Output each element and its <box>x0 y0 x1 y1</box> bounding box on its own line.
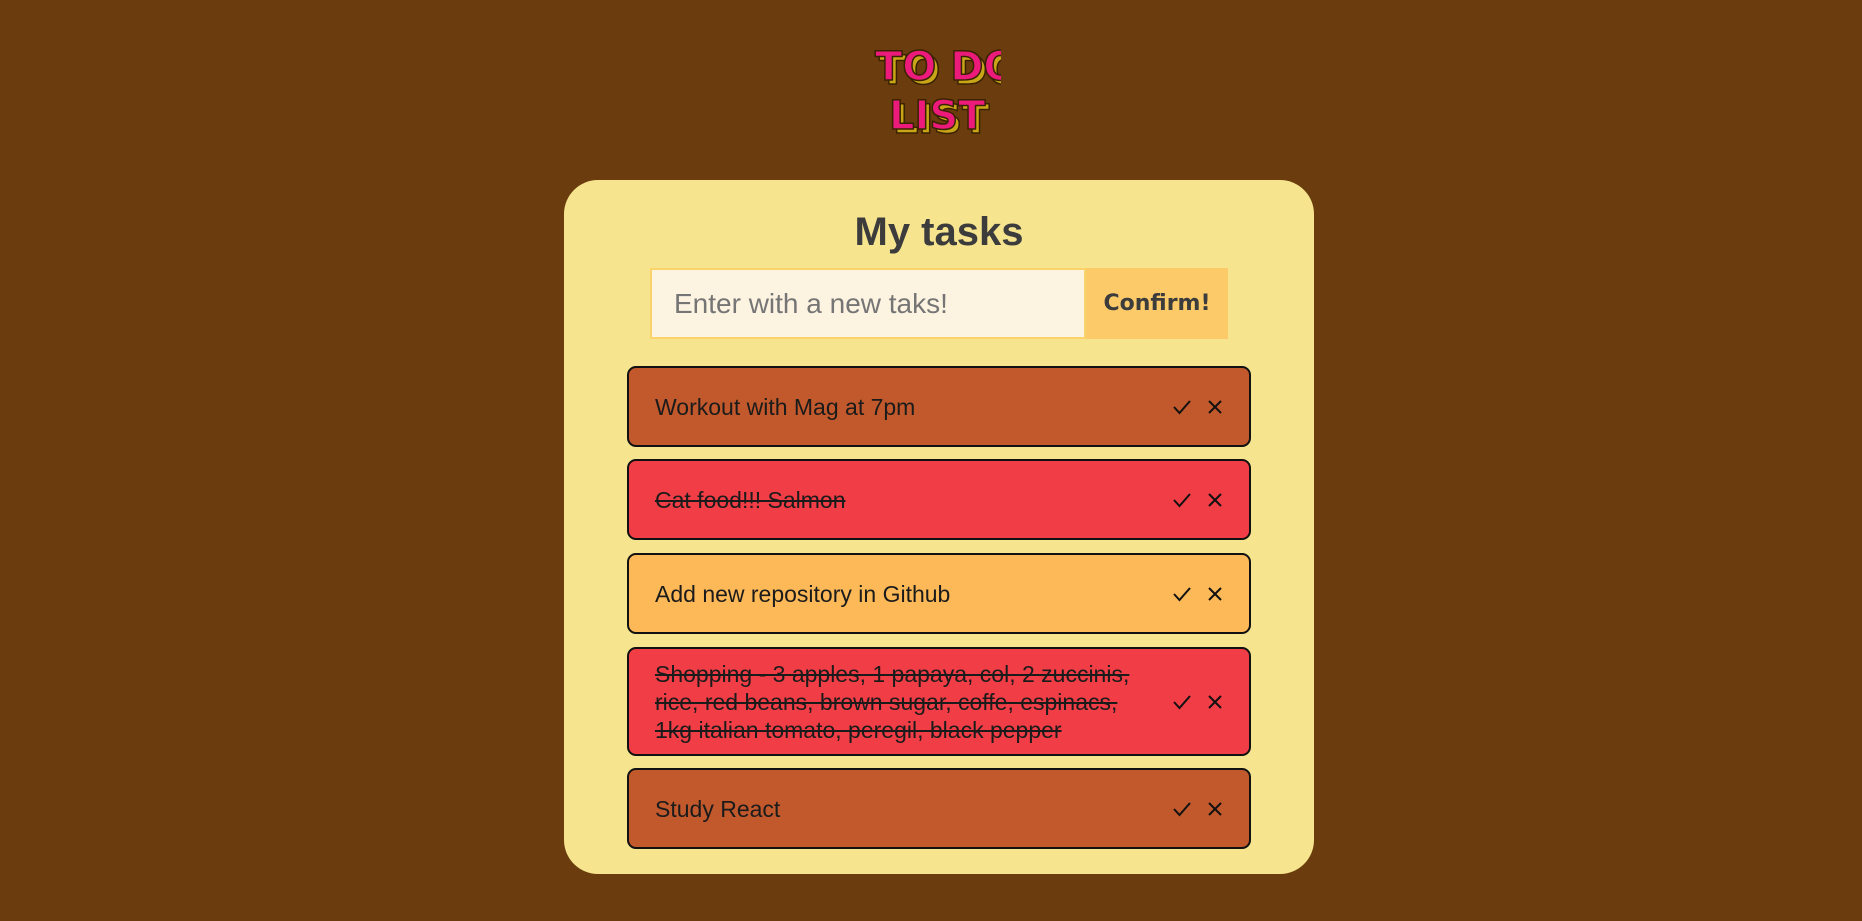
new-task-input[interactable] <box>650 268 1086 339</box>
new-task-form: Confirm! <box>650 268 1228 339</box>
check-icon[interactable] <box>1172 799 1192 819</box>
task-item: Shopping - 3 apples, 1 papaya, col, 2 zu… <box>627 647 1251 756</box>
task-text: Add new repository in Github <box>655 580 951 607</box>
task-item: Workout with Mag at 7pm <box>627 366 1251 447</box>
task-actions <box>1172 692 1225 712</box>
close-icon[interactable] <box>1205 799 1225 819</box>
task-text: Study React <box>655 795 781 822</box>
task-actions <box>1172 397 1225 417</box>
app-logo: TO DO LIST TO DO LIST <box>871 40 1001 142</box>
page-title: My tasks <box>854 210 1024 254</box>
task-text: Workout with Mag at 7pm <box>655 393 916 420</box>
task-item: Add new repository in Github <box>627 553 1251 634</box>
task-actions <box>1172 799 1225 819</box>
task-actions <box>1172 490 1225 510</box>
check-icon[interactable] <box>1172 692 1192 712</box>
task-actions <box>1172 584 1225 604</box>
check-icon[interactable] <box>1172 397 1192 417</box>
task-text: Cat food!!! Salmon <box>655 486 846 513</box>
task-text: Shopping - 3 apples, 1 papaya, col, 2 zu… <box>655 660 1130 743</box>
check-icon[interactable] <box>1172 490 1192 510</box>
tasks-card: My tasks Confirm! Workout with Mag at 7p… <box>564 180 1314 874</box>
close-icon[interactable] <box>1205 490 1225 510</box>
svg-text:LIST: LIST <box>889 93 986 139</box>
svg-text:TO DO: TO DO <box>875 44 1001 90</box>
task-item: Study React <box>627 768 1251 849</box>
close-icon[interactable] <box>1205 692 1225 712</box>
close-icon[interactable] <box>1205 584 1225 604</box>
check-icon[interactable] <box>1172 584 1192 604</box>
close-icon[interactable] <box>1205 397 1225 417</box>
task-item: Cat food!!! Salmon <box>627 459 1251 540</box>
confirm-button[interactable]: Confirm! <box>1086 268 1228 339</box>
